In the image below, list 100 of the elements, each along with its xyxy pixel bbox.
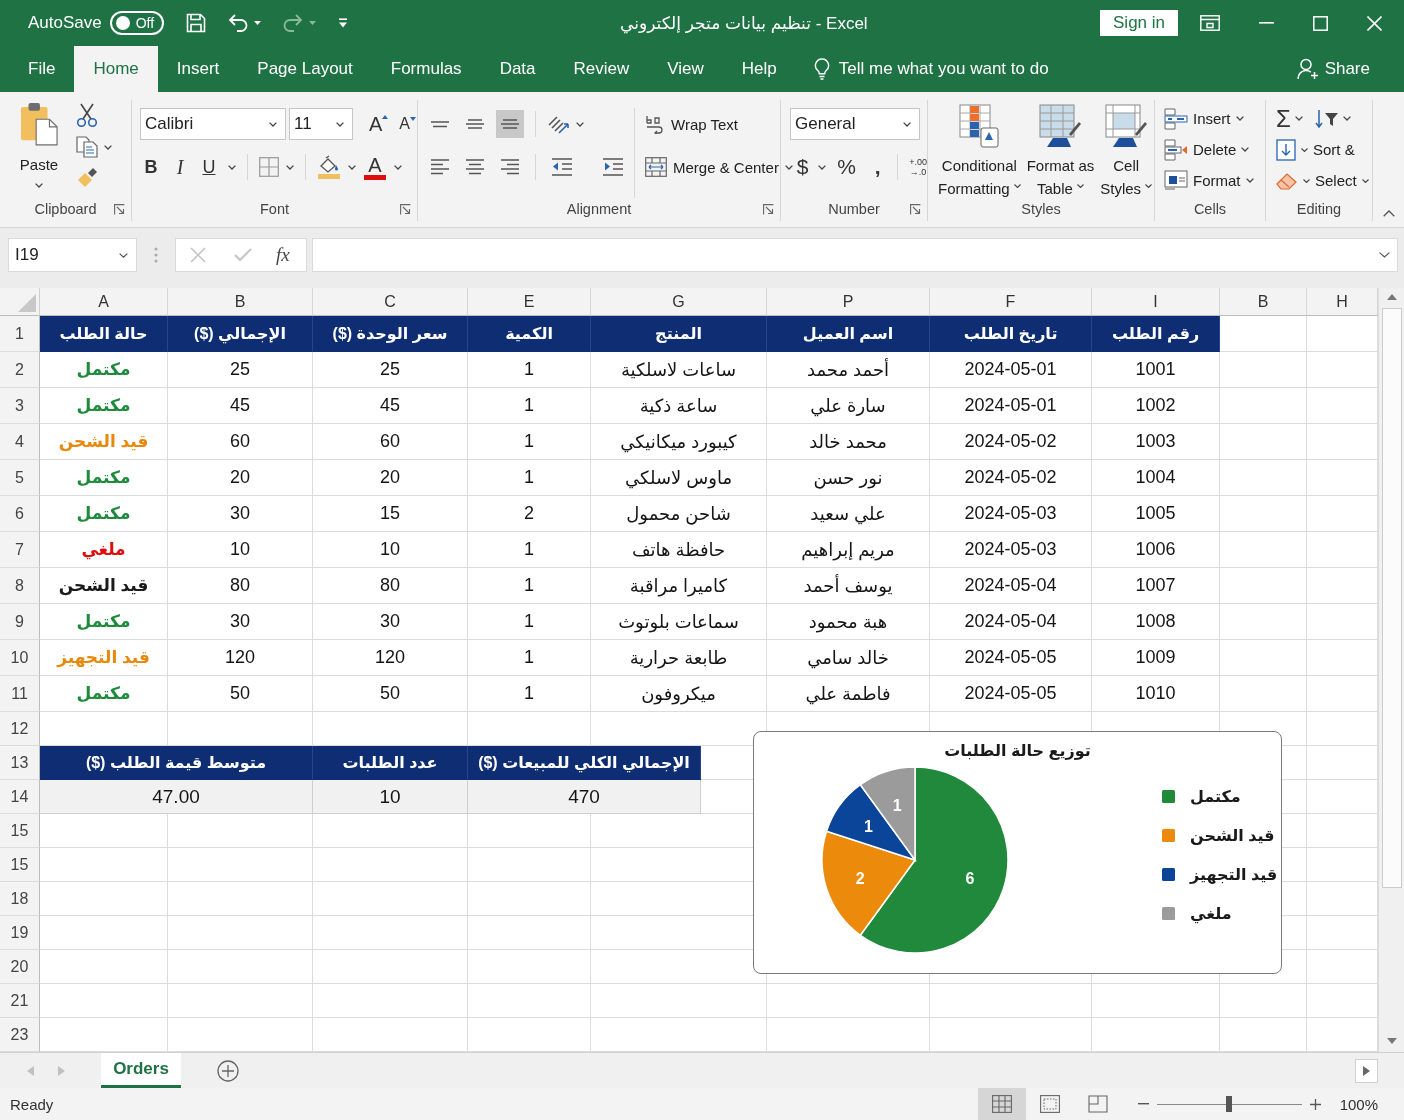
formula-input-field[interactable] — [312, 238, 1398, 272]
caret-icon[interactable] — [1342, 116, 1351, 121]
orientation-icon[interactable] — [547, 113, 569, 135]
normal-view-button[interactable] — [977, 1088, 1026, 1120]
row-header[interactable]: 21 — [0, 984, 40, 1018]
row-header[interactable]: 18 — [0, 882, 40, 916]
dialog-launcher-icon[interactable] — [114, 203, 125, 215]
scroll-down-icon[interactable] — [1386, 1038, 1397, 1044]
ribbon-tab[interactable]: Help — [722, 46, 796, 92]
ribbon-tab[interactable]: View — [648, 46, 723, 92]
zoom-in-icon[interactable] — [1309, 1098, 1321, 1110]
ribbon-tab[interactable]: Insert — [157, 46, 239, 92]
decrease-indent-icon[interactable] — [551, 158, 573, 176]
shrink-font-button[interactable]: A — [399, 115, 416, 133]
row-header[interactable]: 9 — [0, 604, 40, 640]
close-icon[interactable] — [1367, 15, 1382, 31]
row-header[interactable]: 1 — [0, 316, 40, 352]
ribbon-tab[interactable]: Page Layout — [238, 46, 372, 92]
row-header[interactable]: 11 — [0, 676, 40, 712]
row-header[interactable]: 13 — [0, 746, 40, 780]
column-header[interactable]: B — [168, 288, 313, 316]
ribbon-tab[interactable]: Data — [480, 46, 555, 92]
column-header[interactable]: G — [591, 288, 767, 316]
column-header[interactable]: P — [767, 288, 930, 316]
dialog-launcher-icon[interactable] — [763, 203, 774, 215]
merge-center-button[interactable]: Merge & Center — [645, 157, 793, 177]
dialog-launcher-icon[interactable] — [910, 203, 921, 215]
scissors-icon[interactable] — [76, 103, 98, 127]
delete-cells-button[interactable]: Delete — [1164, 134, 1265, 165]
sign-in-button[interactable]: Sign in — [1100, 10, 1178, 36]
caret-icon[interactable] — [348, 164, 356, 170]
row-header[interactable]: 6 — [0, 496, 40, 532]
ribbon-tab[interactable]: File — [9, 46, 75, 92]
wrap-text-button[interactable]: Wrap Text — [645, 114, 738, 134]
add-sheet-icon[interactable] — [217, 1059, 239, 1082]
column-header[interactable]: I — [1092, 288, 1220, 316]
conditional-formatting-button[interactable]: Conditional Formatting — [936, 104, 1023, 200]
column-header[interactable]: C — [313, 288, 468, 316]
customize-toolbar-icon[interactable] — [337, 18, 348, 28]
ribbon-tab[interactable]: Review — [554, 46, 649, 92]
row-header[interactable]: 10 — [0, 640, 40, 676]
row-header[interactable]: 12 — [0, 712, 40, 746]
scrollbar-thumb[interactable] — [1381, 308, 1402, 888]
zoom-level[interactable]: 100% — [1339, 1095, 1378, 1113]
paste-button[interactable]: Paste — [16, 100, 62, 188]
align-center-icon[interactable] — [465, 159, 485, 175]
collapse-ribbon-icon[interactable] — [1382, 210, 1395, 217]
brush-icon[interactable] — [76, 167, 98, 189]
caret-icon[interactable] — [818, 164, 827, 170]
currency-button[interactable]: $ — [794, 155, 812, 179]
row-header[interactable]: 4 — [0, 424, 40, 460]
font-color-button[interactable]: A — [363, 154, 387, 180]
row-header[interactable]: 19 — [0, 916, 40, 950]
italic-button[interactable]: I — [168, 152, 192, 182]
format-cells-button[interactable]: Format — [1164, 165, 1265, 196]
tell-me-field[interactable]: Tell me what you want to do — [813, 46, 1049, 92]
font-size-field[interactable]: 11 — [289, 108, 353, 140]
row-header[interactable]: 7 — [0, 532, 40, 568]
row-header[interactable]: 3 — [0, 388, 40, 424]
autosum-button[interactable]: Σ — [1276, 104, 1291, 133]
align-right-icon[interactable] — [500, 159, 520, 175]
save-icon[interactable] — [185, 13, 206, 33]
caret-icon[interactable] — [228, 164, 236, 170]
caret-icon[interactable] — [394, 164, 402, 170]
column-header[interactable]: H — [1307, 288, 1378, 316]
maximize-icon[interactable] — [1313, 15, 1328, 31]
ribbon-tab[interactable]: Formulas — [371, 46, 481, 92]
insert-function-button[interactable]: fx — [276, 244, 290, 266]
column-header[interactable]: A — [40, 288, 168, 316]
scroll-up-icon[interactable] — [1386, 294, 1397, 300]
sheet-tab[interactable]: Orders — [101, 1053, 181, 1088]
caret-icon[interactable] — [576, 121, 584, 127]
bold-button[interactable]: B — [139, 152, 163, 182]
align-bottom-button[interactable] — [496, 110, 524, 138]
row-header[interactable]: 14 — [0, 780, 40, 814]
dialog-launcher-icon[interactable] — [400, 203, 411, 215]
row-header[interactable]: 23 — [0, 1018, 40, 1052]
comma-button[interactable]: , — [868, 155, 887, 179]
row-header[interactable]: 20 — [0, 950, 40, 984]
row-header[interactable]: 15 — [0, 814, 40, 848]
caret-icon[interactable] — [253, 21, 261, 25]
format-as-table-button[interactable]: Format as Table — [1024, 104, 1097, 200]
underline-button[interactable]: U — [197, 152, 221, 182]
name-box[interactable]: I19 — [8, 238, 137, 272]
increase-decimal-button[interactable]: +.00 →.0 — [909, 157, 927, 177]
align-left-icon[interactable] — [430, 159, 450, 175]
row-header[interactable]: 5 — [0, 460, 40, 496]
caret-icon[interactable] — [1294, 116, 1303, 121]
insert-cells-button[interactable]: Insert — [1164, 103, 1265, 134]
caret-icon[interactable] — [104, 144, 112, 150]
expand-icon[interactable] — [1379, 252, 1390, 258]
column-header[interactable]: B — [1220, 288, 1307, 316]
scroll-right-button[interactable] — [1355, 1058, 1378, 1083]
copy-icon[interactable] — [76, 136, 98, 158]
ribbon-display-icon[interactable] — [1200, 15, 1220, 31]
ribbon-tab[interactable]: Home — [74, 46, 158, 92]
sort-filter-icon[interactable] — [1314, 108, 1339, 129]
fill-color-icon[interactable] — [317, 155, 341, 179]
sort-button[interactable]: Sort & — [1276, 134, 1372, 165]
grow-font-button[interactable]: A — [369, 112, 389, 136]
